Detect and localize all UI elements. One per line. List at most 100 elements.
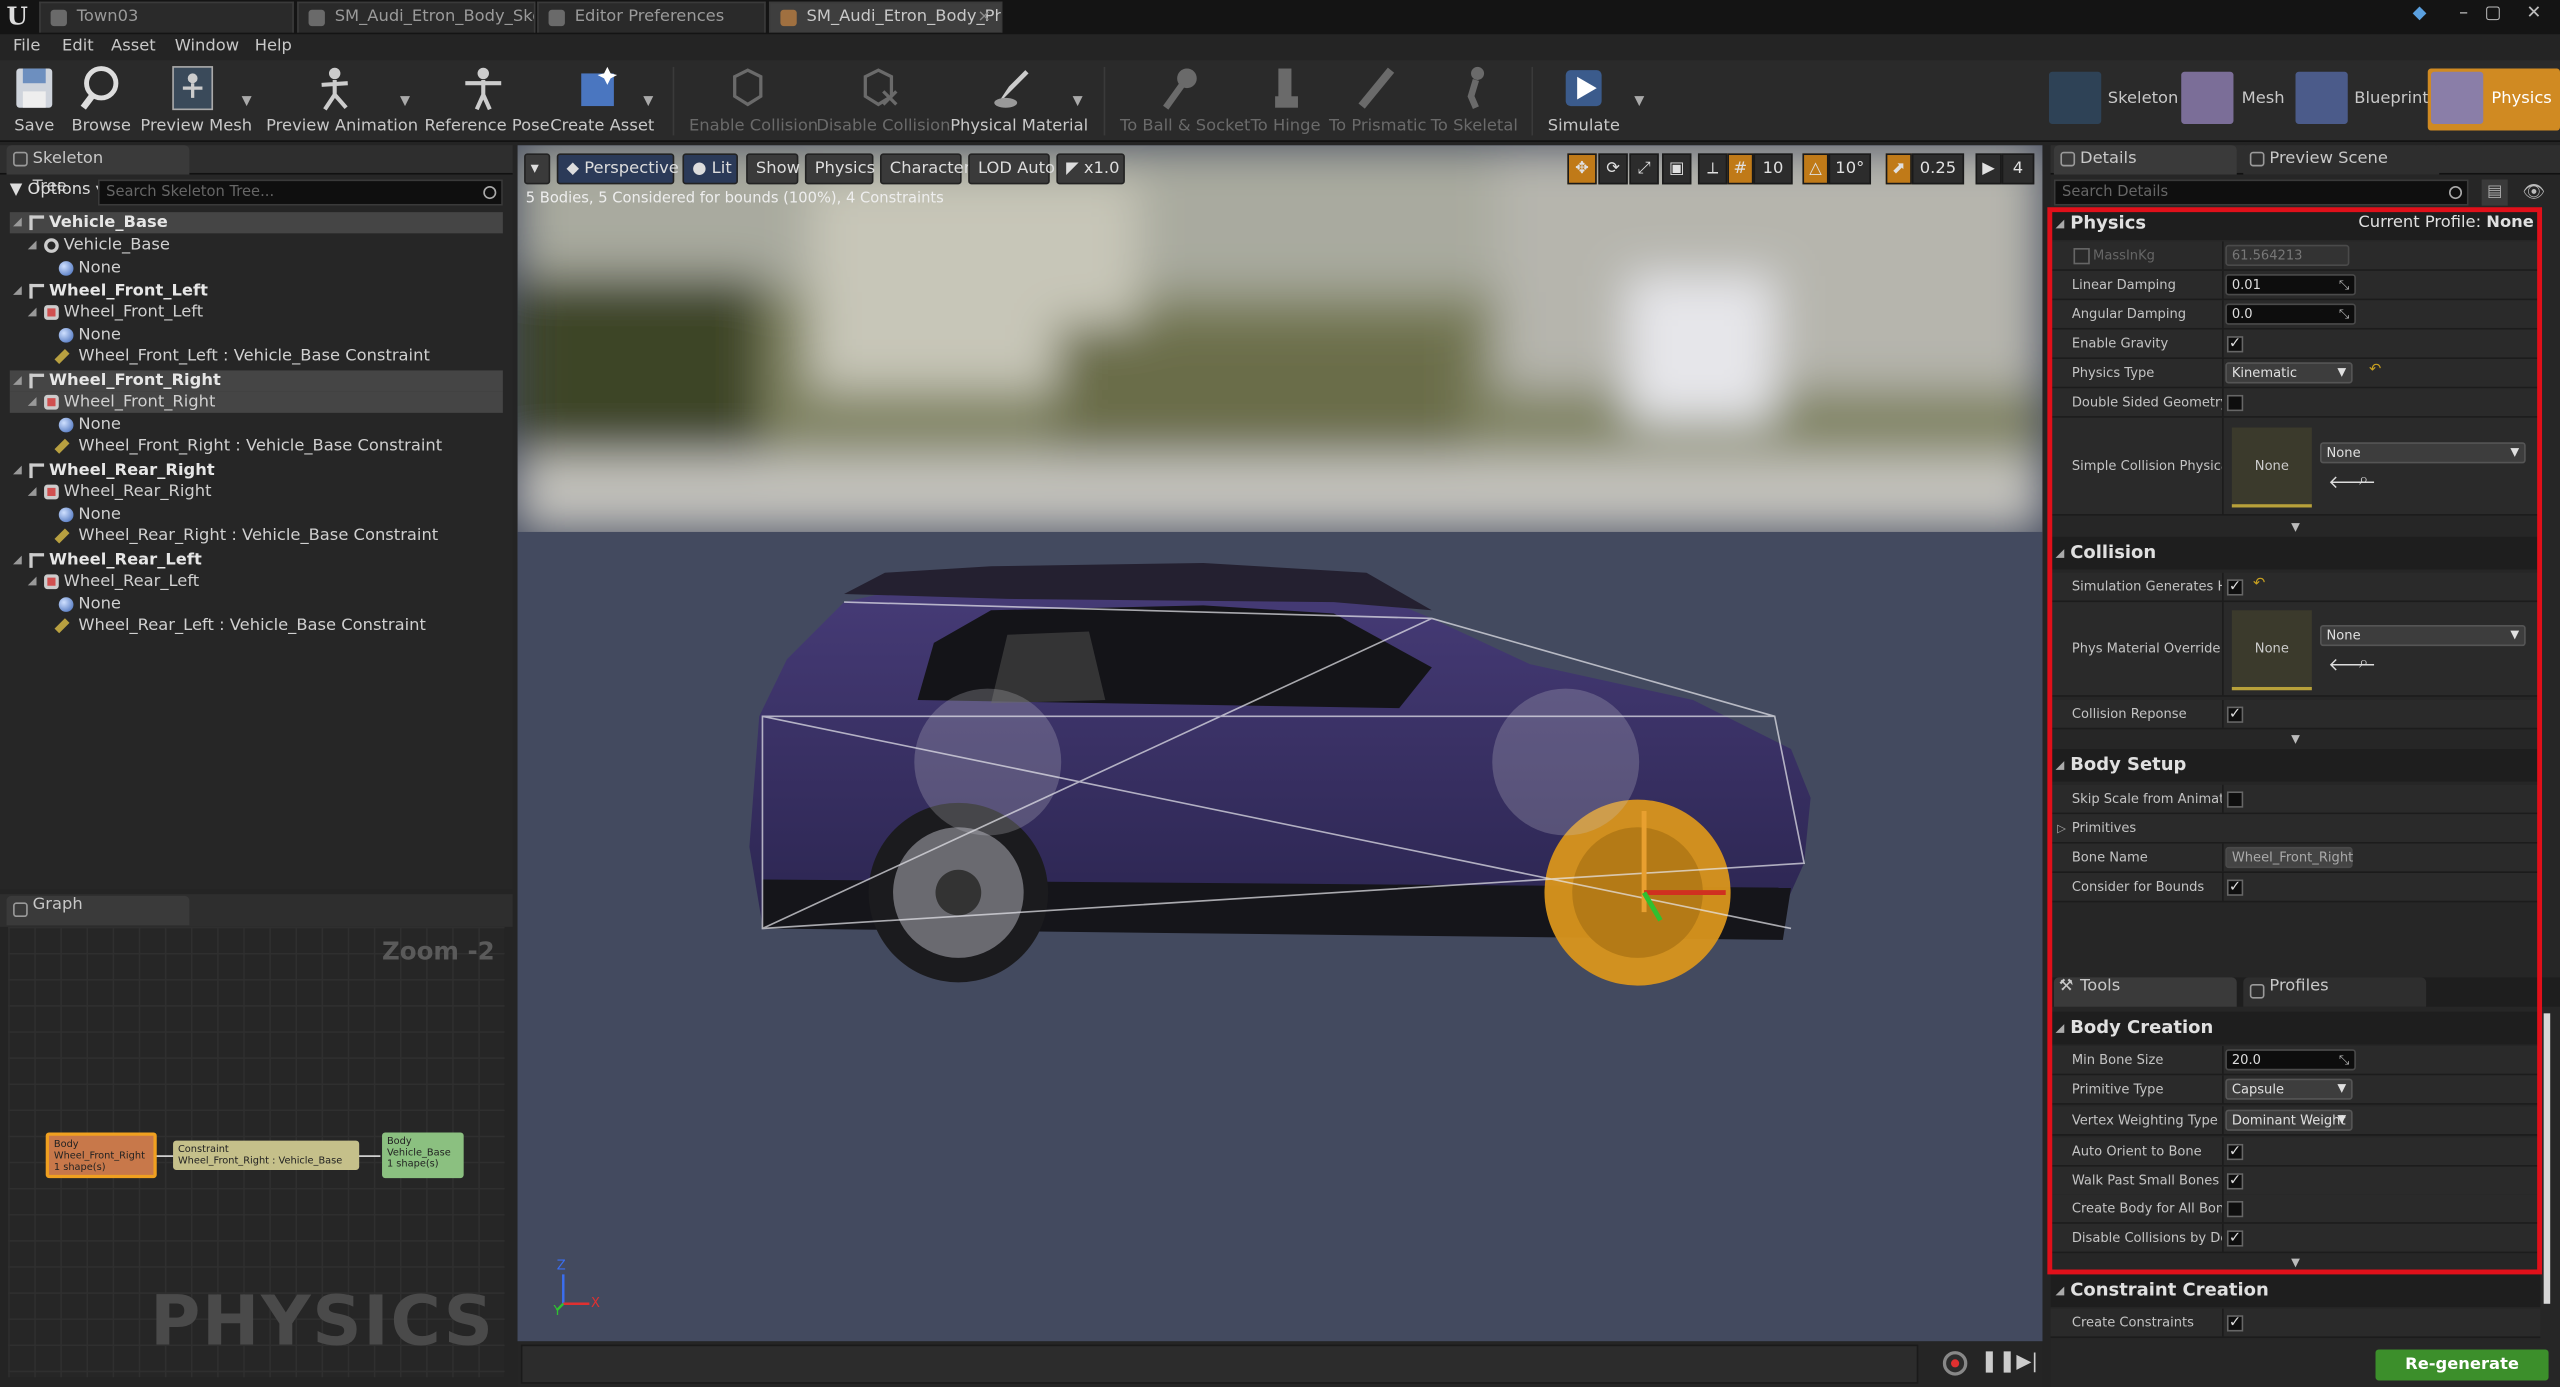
tree-row-constraint[interactable]: Wheel_Front_Left : Vehicle_Base Constrai… <box>10 346 503 367</box>
physics-view-button[interactable]: Physics <box>804 153 875 185</box>
menu-window[interactable]: Window <box>175 36 239 59</box>
graph-tab[interactable]: Graph <box>6 895 190 926</box>
camera-speed-value[interactable]: 4 <box>2001 153 2035 185</box>
tree-row-primitive[interactable]: None <box>10 414 503 435</box>
expand-arrow-icon[interactable]: ◢ <box>13 460 22 481</box>
menu-file[interactable]: File <box>13 36 40 59</box>
camera-speed-icon[interactable]: ▶ <box>1975 153 2002 185</box>
perspective-button[interactable]: ◆ Perspective <box>556 153 679 185</box>
tree-row-body[interactable]: ◢ Wheel_Front_Right <box>9 391 503 413</box>
show-button[interactable]: Show <box>746 153 800 185</box>
tree-row-primitive[interactable]: None <box>10 594 503 615</box>
to-hinge-button[interactable]: To Hinge <box>1251 64 1321 139</box>
expand-arrow-icon[interactable]: ◢ <box>13 370 22 391</box>
timeline-scrubber[interactable] <box>520 1344 1919 1384</box>
details-tab[interactable]: Details <box>2053 145 2237 175</box>
scale-snap-value[interactable]: 0.25 <box>1911 153 1965 185</box>
menu-edit[interactable]: Edit <box>62 36 94 59</box>
browse-button[interactable]: Browse <box>70 64 132 139</box>
rotation-snap-value[interactable]: 10° <box>1828 153 1872 185</box>
pause-icon[interactable]: ❚❚ <box>1980 1349 2016 1373</box>
preview-mesh-dropdown-icon[interactable]: ▼ <box>242 93 252 108</box>
details-search-input[interactable]: Search Details <box>2053 179 2469 206</box>
tree-row-constraint[interactable]: Wheel_Rear_Left : Vehicle_Base Constrain… <box>10 615 503 636</box>
skeleton-tree-tab[interactable]: Skeleton Tree <box>6 145 190 196</box>
tree-row-body[interactable]: ◢ Wheel_Front_Left <box>10 302 503 323</box>
create-asset-dropdown-icon[interactable]: ▼ <box>643 93 653 108</box>
tree-row-bone[interactable]: ◢ Wheel_Front_Left <box>10 281 503 302</box>
viewport[interactable]: Z X Y ▾ ◆ Perspective ● Lit Show Physics… <box>517 145 2043 1342</box>
scale-tool-icon[interactable]: ⤢ <box>1629 153 1659 185</box>
viewport-options-dropdown[interactable]: ▾ <box>524 153 551 185</box>
to-skeletal-button[interactable]: To Skeletal <box>1430 64 1518 139</box>
simulate-button[interactable]: Simulate <box>1548 64 1620 139</box>
scrollbar-thumb[interactable] <box>2543 1013 2551 1304</box>
view-options-eye-icon[interactable]: 👁 <box>2514 179 2553 205</box>
tree-row-bone[interactable]: ◢ Wheel_Front_Right <box>9 370 503 392</box>
tree-row-primitive[interactable]: None <box>10 504 503 525</box>
tab-skeleton-asset[interactable]: SM_Audi_Etron_Body_Ske <box>297 1 536 33</box>
mode-blueprint-button[interactable]: Blueprint <box>2292 69 2429 131</box>
tab-physics-asset[interactable]: SM_Audi_Etron_Body_Ph × <box>768 1 1003 33</box>
preview-scene-tab[interactable]: Preview Scene Set <box>2243 145 2440 196</box>
world-space-icon[interactable]: ▣ <box>1662 153 1692 185</box>
physical-material-dropdown-icon[interactable]: ▼ <box>1073 93 1083 108</box>
close-tab-icon[interactable]: × <box>977 3 991 32</box>
expand-arrow-icon[interactable]: ◢ <box>28 302 37 323</box>
enable-collision-button[interactable]: Enable Collision <box>689 64 818 139</box>
mode-skeleton-button[interactable]: Skeleton <box>2046 69 2178 131</box>
grid-snap-icon[interactable]: # <box>1727 153 1754 185</box>
reference-pose-button[interactable]: Reference Pose <box>424 64 550 139</box>
expand-arrow-icon[interactable]: ◢ <box>13 281 22 302</box>
record-icon[interactable] <box>1942 1351 1968 1376</box>
tree-row-body[interactable]: ◢ Wheel_Rear_Right <box>10 481 503 502</box>
scale-snap-icon[interactable]: ⬈ <box>1885 153 1912 185</box>
expand-arrow-icon[interactable]: ◢ <box>28 392 37 413</box>
options-dropdown[interactable]: ▼ Options ▾ <box>10 181 104 199</box>
to-ball-socket-button[interactable]: To Ball & Socket <box>1120 64 1250 139</box>
close-window-icon[interactable]: ✕ <box>2522 2 2545 23</box>
tree-row-constraint[interactable]: Wheel_Front_Right : Vehicle_Base Constra… <box>10 436 503 457</box>
simulate-dropdown-icon[interactable]: ▼ <box>1634 93 1644 108</box>
translate-tool-icon[interactable]: ✥ <box>1567 153 1597 185</box>
preview-animation-button[interactable]: Preview Animation <box>266 64 418 139</box>
lit-button[interactable]: ● Lit <box>682 153 738 185</box>
step-forward-icon[interactable]: ▶| <box>2016 1349 2038 1372</box>
tree-row-body[interactable]: ◢ Vehicle_Base <box>10 235 503 256</box>
expand-arrow-icon[interactable]: ◢ <box>13 550 22 571</box>
playback-speed-button[interactable]: ◤ x1.0 <box>1056 153 1125 185</box>
create-asset-button[interactable]: Create Asset <box>550 64 654 139</box>
maximize-icon[interactable]: ▢ <box>2482 2 2505 23</box>
tree-row-constraint[interactable]: Wheel_Rear_Right : Vehicle_Base Constrai… <box>10 525 503 546</box>
to-prismatic-button[interactable]: To Prismatic <box>1329 64 1427 139</box>
minimize-icon[interactable]: – <box>2452 2 2475 23</box>
expand-arrow-icon[interactable]: ◢ <box>28 235 37 256</box>
save-button[interactable]: Save <box>7 64 63 139</box>
menu-help[interactable]: Help <box>255 36 292 59</box>
regenerate-bodies-button[interactable]: Re-generate Bodies <box>2375 1349 2549 1381</box>
lod-button[interactable]: LOD Auto <box>968 153 1055 185</box>
disable-collision-button[interactable]: Disable Collision <box>816 64 950 139</box>
graph-node-constraint[interactable]: Constraint Wheel_Front_Right : Vehicle_Ba… <box>173 1140 360 1170</box>
graph-canvas[interactable]: Zoom -2 PHYSICS Body Wheel_Front_Right 1 s… <box>8 926 505 1378</box>
surface-snap-icon[interactable]: ⟂ <box>1697 153 1728 185</box>
grid-snap-value[interactable]: 10 <box>1753 153 1793 185</box>
tab-town03[interactable]: Town03 <box>39 1 294 33</box>
preview-mesh-button[interactable]: Preview Mesh <box>140 64 252 139</box>
tree-row-primitive[interactable]: None <box>10 325 503 346</box>
rotation-snap-icon[interactable]: △ <box>1802 153 1829 185</box>
graph-node-body-vehicle-base[interactable]: Body Vehicle_Base 1 shape(s) <box>382 1132 464 1179</box>
tab-editor-preferences[interactable]: Editor Preferences <box>537 1 766 33</box>
mode-physics-button[interactable]: Physics <box>2427 68 2560 131</box>
skeleton-search-input[interactable]: Search Skeleton Tree... <box>97 179 503 206</box>
expand-arrow-icon[interactable]: ◢ <box>13 212 22 233</box>
rotate-tool-icon[interactable]: ⟳ <box>1598 153 1628 185</box>
tree-row-bone[interactable]: ◢ Wheel_Rear_Right <box>10 460 503 481</box>
menu-asset[interactable]: Asset <box>111 36 156 59</box>
tree-row-bone[interactable]: ◢ Wheel_Rear_Left <box>10 550 503 571</box>
mode-mesh-button[interactable]: Mesh <box>2180 69 2288 131</box>
tree-row-bone[interactable]: ◢ Vehicle_Base <box>9 212 503 234</box>
graph-node-body-front-right[interactable]: Body Wheel_Front_Right 1 shape(s) <box>45 1132 157 1179</box>
expand-arrow-icon[interactable]: ◢ <box>28 481 37 502</box>
property-matrix-icon[interactable]: ▤ <box>2481 179 2508 206</box>
